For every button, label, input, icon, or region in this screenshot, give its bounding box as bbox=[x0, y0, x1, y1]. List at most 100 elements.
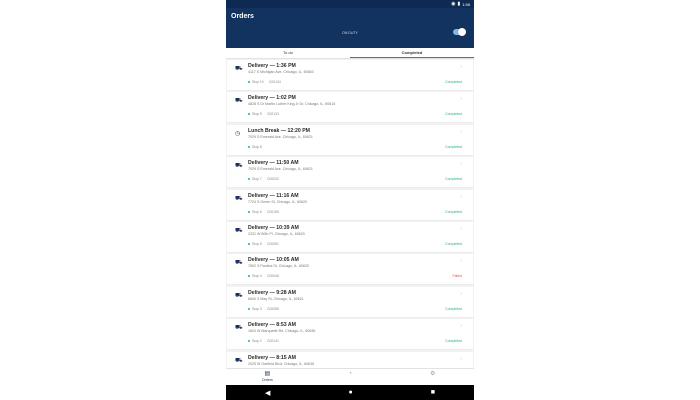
clock-icon: ◷ bbox=[235, 130, 241, 137]
duty-toggle[interactable] bbox=[453, 28, 466, 36]
order-title: Delivery — 1:36 PM bbox=[248, 63, 296, 69]
order-card[interactable]: ⛟ Delivery — 1:02 PM 4828 S Dr Martin Luth… bbox=[227, 92, 473, 124]
status-badge: Completed bbox=[445, 80, 462, 84]
truck-icon: ⛟ bbox=[235, 195, 243, 202]
order-address: 2025 W Garfield Blvd, Chicago, IL, 60636 bbox=[248, 361, 315, 366]
order-title: Delivery — 8:15 AM bbox=[248, 354, 296, 361]
order-meta: Stop 10 · C00134 bbox=[248, 80, 281, 84]
order-title: Lunch Break — 12:20 PM bbox=[248, 127, 310, 134]
duty-label: ON DUTY bbox=[342, 31, 358, 35]
order-address: 7724 S Green St, Chicago, IL, 60620 bbox=[248, 199, 307, 204]
order-meta: Stop 9 · C00133 bbox=[248, 112, 279, 116]
nav-orders[interactable]: ▤ Orders bbox=[226, 369, 309, 386]
status-time: 1:58 bbox=[462, 1, 470, 7]
order-card[interactable]: ⛟ Delivery — 10:05 AM 7802 S Paulina St, C… bbox=[227, 254, 473, 286]
chevron-right-icon: › bbox=[460, 96, 462, 103]
meta-separator: · bbox=[263, 177, 265, 182]
tablet-screen: ◉ ▮ 1:58 Orders ON DUTY To do Completed … bbox=[226, 0, 474, 400]
stop-dot-icon bbox=[248, 113, 250, 116]
stop-dot-icon bbox=[248, 81, 250, 83]
order-meta: Stop 5 · C00051 bbox=[248, 242, 279, 246]
nav-stats[interactable]: ◔ bbox=[309, 369, 392, 386]
stop-dot-icon bbox=[248, 307, 250, 310]
chevron-right-icon: › bbox=[460, 290, 462, 297]
status-badge: Completed bbox=[445, 339, 462, 344]
order-id: C00141 bbox=[266, 339, 279, 344]
meta-separator: · bbox=[263, 209, 265, 214]
chevron-right-icon: › bbox=[460, 128, 462, 135]
order-address: 6840 S May St, Chicago, IL, 60621 bbox=[248, 296, 304, 301]
bottom-nav: ▤ Orders ◔ ⚙ bbox=[226, 368, 474, 386]
order-address: 7029 S Emerald Ave, Chicago, IL, 60621 bbox=[248, 134, 313, 139]
order-card[interactable]: ⛟ Delivery — 10:39 AM 2331 W 80th Pl, Chic… bbox=[227, 221, 473, 253]
order-card[interactable]: ⛟ Delivery — 11:50 AM 7029 S Emerald Ave, … bbox=[227, 157, 473, 189]
battery-icon: ▮ bbox=[457, 0, 461, 7]
order-stop: Stop 5 bbox=[252, 241, 262, 246]
order-title: Delivery — 1:02 PM bbox=[248, 95, 296, 102]
chevron-right-icon: › bbox=[460, 323, 462, 330]
order-card[interactable]: ⛟ Delivery — 9:28 AM 6840 S May St, Chicag… bbox=[227, 286, 473, 318]
truck-icon: ⛟ bbox=[235, 98, 243, 105]
app-bar: Orders ON DUTY bbox=[226, 8, 474, 48]
order-stop: Stop 2 bbox=[252, 339, 262, 344]
order-card[interactable]: ⛟ Delivery — 8:53 AM 1824 W Marquette Rd, … bbox=[227, 319, 473, 351]
truck-icon: ⛟ bbox=[235, 66, 243, 72]
order-meta: Stop 2 · C00141 bbox=[248, 339, 279, 343]
toggle-knob bbox=[458, 28, 466, 36]
order-title: Delivery — 10:05 AM bbox=[248, 257, 299, 264]
order-stop: Stop 9 bbox=[252, 112, 262, 117]
stats-icon: ◔ bbox=[348, 371, 352, 377]
order-meta: Stop 8 bbox=[248, 145, 262, 149]
meta-separator: · bbox=[263, 241, 265, 246]
order-address: 7029 S Emerald Ave, Chicago, IL, 60621 bbox=[248, 167, 313, 172]
truck-icon: ⛟ bbox=[235, 260, 243, 267]
tab-bar: To do Completed bbox=[226, 48, 474, 59]
back-icon[interactable]: ◀ bbox=[265, 389, 270, 397]
status-badge: Completed bbox=[445, 112, 462, 117]
recents-icon[interactable]: ■ bbox=[431, 389, 435, 396]
order-id: C00032 bbox=[266, 177, 279, 182]
order-stop: Stop 6 bbox=[252, 209, 262, 214]
tab-to-do[interactable]: To do bbox=[226, 48, 350, 58]
status-badge: Completed bbox=[445, 306, 462, 311]
page-title: Orders bbox=[231, 13, 254, 20]
order-meta: Stop 6 · C00155 bbox=[248, 210, 279, 214]
stop-dot-icon bbox=[248, 210, 250, 213]
order-title: Delivery — 11:16 AM bbox=[248, 192, 299, 199]
order-id: C00133 bbox=[266, 112, 279, 117]
nav-orders-label: Orders bbox=[261, 378, 273, 382]
order-card[interactable]: ⛟ Delivery — 1:36 PM 4117 S Michigan Ave, … bbox=[227, 60, 473, 91]
stop-dot-icon bbox=[248, 178, 250, 181]
status-bar: ◉ ▮ 1:58 bbox=[226, 0, 474, 8]
tab-completed[interactable]: Completed bbox=[350, 48, 474, 58]
chevron-right-icon: › bbox=[460, 258, 462, 265]
location-icon: ◉ bbox=[451, 0, 456, 7]
system-nav-bar: ◀ ● ■ bbox=[226, 385, 474, 400]
order-address: 4828 S Dr Martin Luther King Jr Dr, Chic… bbox=[248, 102, 336, 107]
nav-settings[interactable]: ⚙ bbox=[391, 369, 474, 386]
order-card[interactable]: ⛟ Delivery — 11:16 AM 7724 S Green St, Chi… bbox=[227, 189, 473, 221]
chevron-right-icon: › bbox=[460, 193, 462, 200]
meta-separator: · bbox=[265, 80, 267, 84]
truck-icon: ⛟ bbox=[235, 292, 243, 299]
order-title: Delivery — 9:28 AM bbox=[248, 289, 296, 296]
stop-dot-icon bbox=[248, 275, 250, 278]
stop-dot-icon bbox=[248, 340, 250, 343]
order-title: Delivery — 10:39 AM bbox=[248, 224, 299, 231]
order-id: C00085 bbox=[266, 306, 279, 311]
order-meta: Stop 4 · C00048 bbox=[248, 274, 279, 278]
meta-separator: · bbox=[263, 112, 265, 117]
order-stop: Stop 3 bbox=[252, 306, 262, 311]
order-stop: Stop 4 bbox=[252, 274, 262, 279]
chevron-right-icon: › bbox=[460, 64, 462, 70]
order-title: Delivery — 8:53 AM bbox=[248, 322, 296, 329]
order-stop: Stop 10 bbox=[252, 80, 264, 84]
order-meta: Stop 3 · C00085 bbox=[248, 307, 279, 311]
order-meta: Stop 7 · C00032 bbox=[248, 177, 279, 181]
order-id: C00048 bbox=[266, 274, 279, 279]
home-icon[interactable]: ● bbox=[348, 389, 352, 396]
meta-separator: · bbox=[263, 274, 265, 279]
status-badge: Failed bbox=[452, 274, 462, 279]
order-address: 1824 W Marquette Rd, Chicago, IL, 60636 bbox=[248, 329, 316, 334]
order-card[interactable]: ◷ Lunch Break — 12:20 PM 7029 S Emerald Av… bbox=[227, 124, 473, 156]
